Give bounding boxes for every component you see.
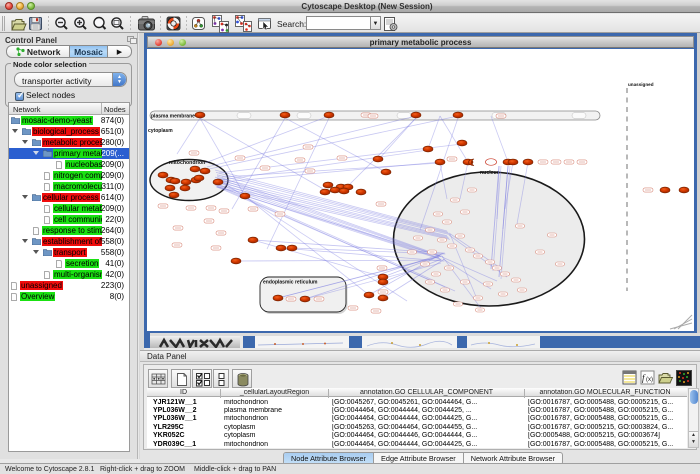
svg-text:(x): (x) bbox=[646, 377, 653, 383]
svg-text:plasma membrane: plasma membrane bbox=[151, 114, 195, 120]
svg-text:nucleus: nucleus bbox=[480, 170, 500, 176]
svg-text:unassigned: unassigned bbox=[628, 82, 654, 87]
svg-text:cytoplasm: cytoplasm bbox=[148, 128, 173, 134]
svg-text:mitochondrion: mitochondrion bbox=[169, 160, 205, 166]
svg-text:endoplasmic reticulum: endoplasmic reticulum bbox=[263, 280, 318, 286]
